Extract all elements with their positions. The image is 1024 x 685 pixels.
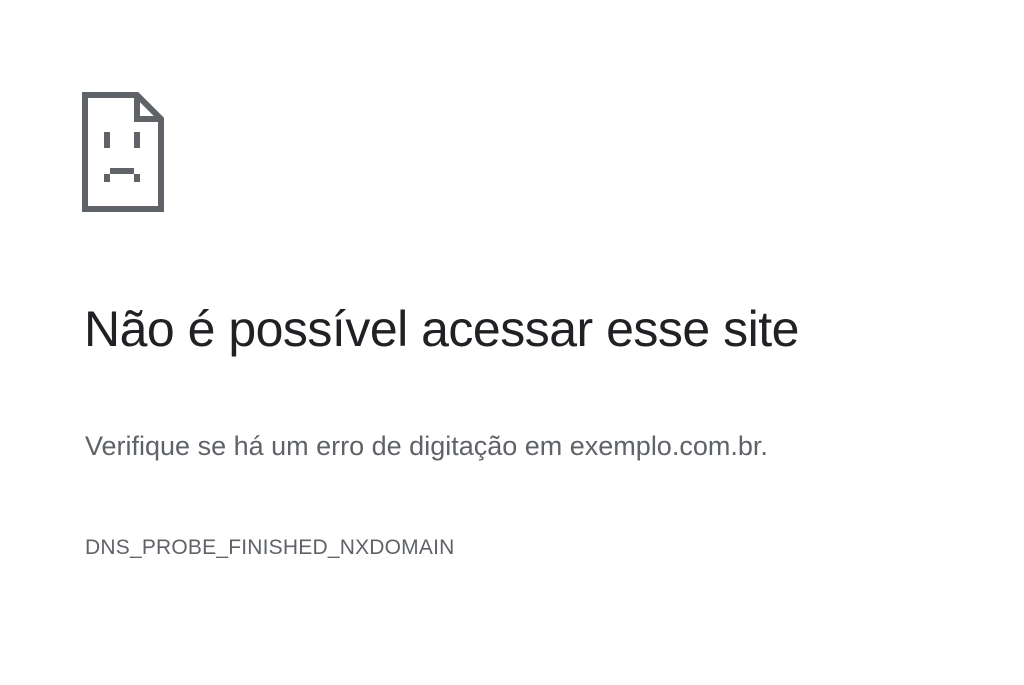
sad-page-icon (82, 92, 164, 212)
error-code[interactable]: DNS_PROBE_FINISHED_NXDOMAIN (85, 536, 454, 560)
error-description: Verifique se há um erro de digitação em … (85, 431, 768, 461)
error-title: Não é possível acessar esse site (84, 301, 799, 357)
error-page: Não é possível acessar esse site Verifiq… (0, 0, 1024, 685)
